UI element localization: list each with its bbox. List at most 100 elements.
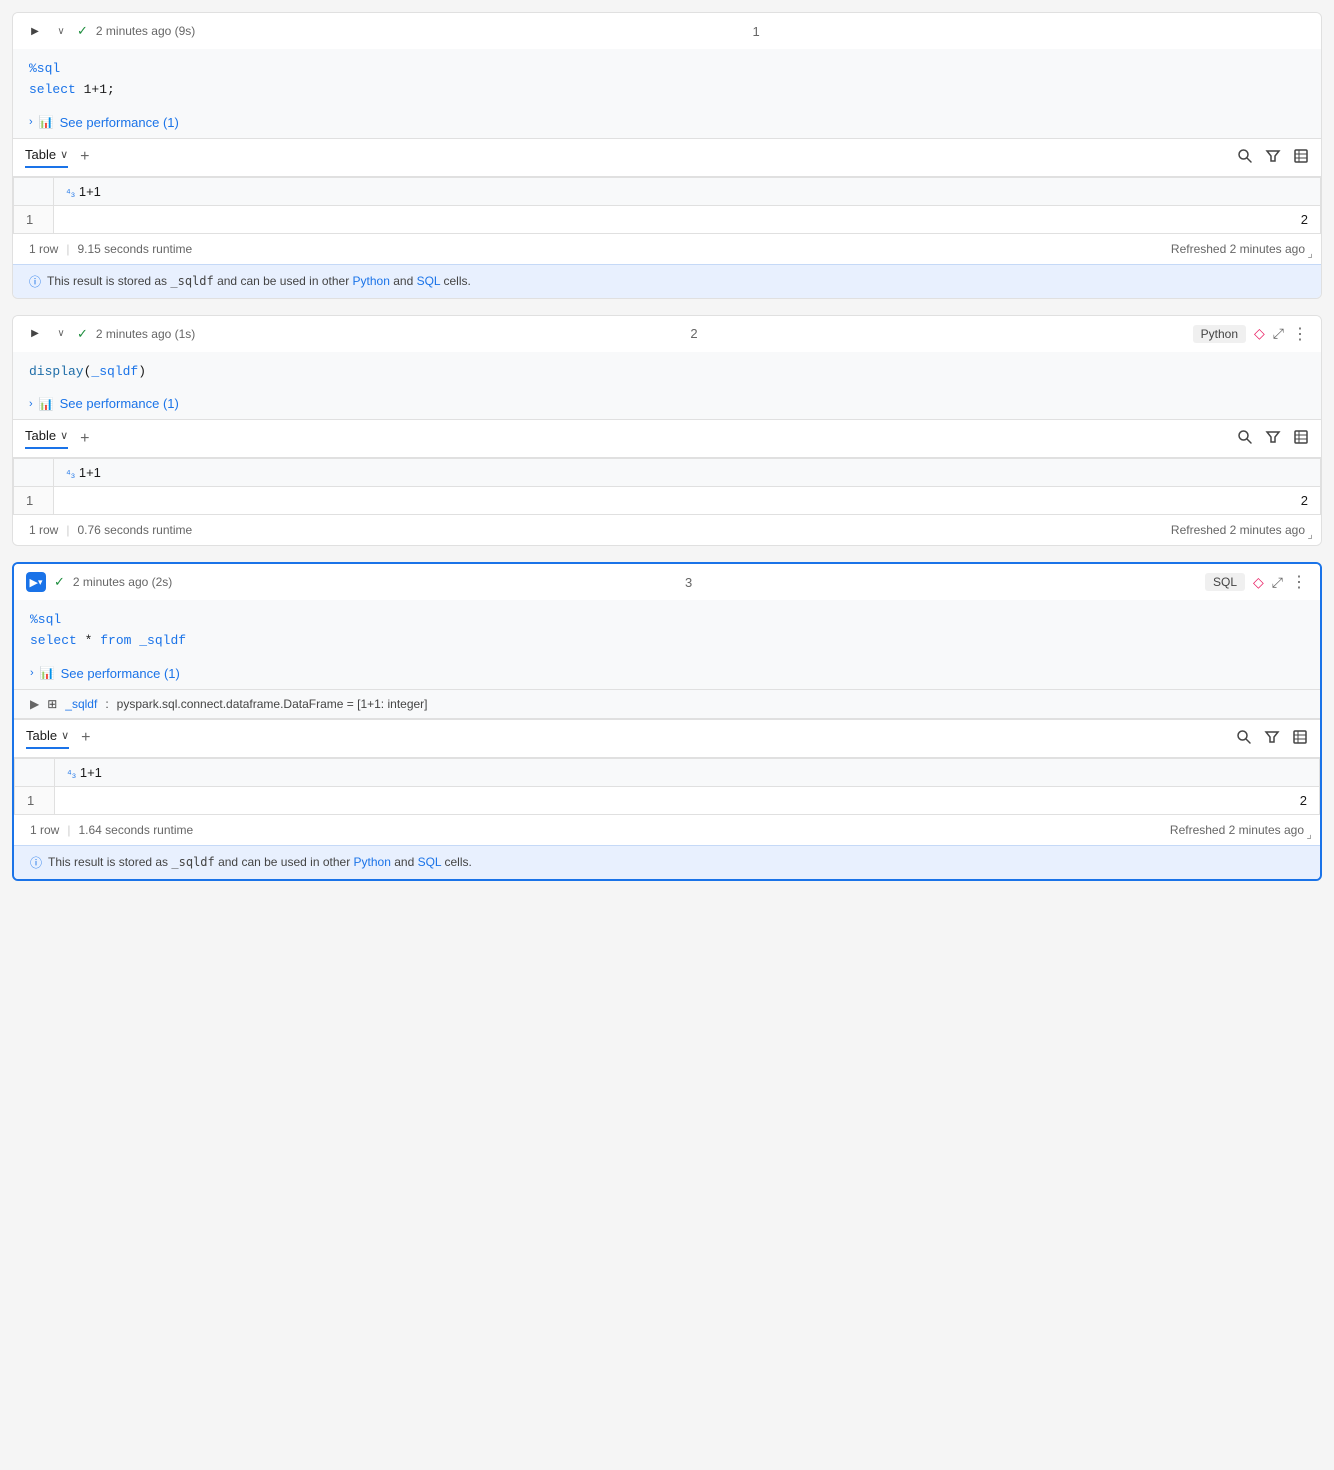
code-editor[interactable]: %sqlselect * from _sqldf bbox=[14, 600, 1320, 662]
column-header[interactable]: ⁴₃ 1+1 bbox=[54, 177, 1321, 205]
bar-chart-icon: 📊 bbox=[40, 666, 55, 680]
refreshed-time: Refreshed 2 minutes ago bbox=[1170, 823, 1304, 837]
play-button[interactable]: ▶ bbox=[25, 324, 45, 344]
ai-icon[interactable]: ◇ bbox=[1254, 325, 1265, 342]
expand-icon[interactable]: ⤢ bbox=[1273, 325, 1284, 342]
column-header[interactable]: ⁴₃ 1+1 bbox=[55, 758, 1320, 786]
data-table: ⁴₃ 1+112 bbox=[13, 177, 1321, 234]
python-link[interactable]: Python bbox=[353, 274, 390, 288]
cell-time: 2 minutes ago (1s) bbox=[96, 327, 195, 341]
see-performance-link[interactable]: › 📊 See performance (1) bbox=[13, 392, 1321, 419]
variable-bar: ▶ ⊞ _sqldf : pyspark.sql.connect.datafra… bbox=[14, 689, 1320, 719]
info-bar: ⓘThis result is stored as _sqldf and can… bbox=[14, 845, 1320, 879]
table-icon: ⊞ bbox=[47, 697, 57, 711]
table-row: 12 bbox=[14, 487, 1321, 515]
col-type-icon: ⁴₃ bbox=[66, 187, 75, 199]
code-text: 1+1; bbox=[84, 82, 115, 97]
filter-icon[interactable] bbox=[1264, 729, 1280, 748]
cell-language-badge: Python bbox=[1193, 325, 1246, 343]
table-container: ⁴₃ 1+112 bbox=[13, 458, 1321, 515]
refreshed-time: Refreshed 2 minutes ago bbox=[1171, 523, 1305, 537]
layout-icon[interactable] bbox=[1293, 148, 1309, 167]
row-number-header bbox=[14, 459, 54, 487]
table-tab[interactable]: Table ∨ bbox=[25, 147, 68, 168]
code-editor[interactable]: display(_sqldf) bbox=[13, 352, 1321, 393]
table-footer: 1 row | 0.76 seconds runtime Refreshed 2… bbox=[13, 515, 1321, 545]
cell-value: 2 bbox=[54, 205, 1321, 233]
play-icon: ▶ bbox=[31, 26, 39, 37]
expand-arrow: › bbox=[30, 667, 34, 679]
variable-colon: : bbox=[105, 697, 108, 711]
cell-time: 2 minutes ago (2s) bbox=[73, 575, 172, 589]
python-link[interactable]: Python bbox=[354, 855, 391, 869]
table-toolbar bbox=[1236, 729, 1308, 748]
table-tab-label: Table bbox=[25, 147, 56, 162]
variable-ref: _sqldf bbox=[170, 274, 213, 288]
separator: | bbox=[66, 242, 69, 256]
code-keyword: select bbox=[29, 82, 84, 97]
row-number: 1 bbox=[14, 205, 54, 233]
see-performance-label: See performance (1) bbox=[60, 115, 179, 130]
collapse-chevron[interactable]: ∨ bbox=[53, 326, 69, 342]
chevron-icon: ∨ bbox=[57, 328, 64, 339]
column-header[interactable]: ⁴₃ 1+1 bbox=[54, 459, 1321, 487]
cell-actions: ◇ ⤢ ⋮ bbox=[1254, 324, 1309, 344]
table-tab[interactable]: Table ∨ bbox=[26, 728, 69, 749]
row-number-header bbox=[15, 758, 55, 786]
filter-icon[interactable] bbox=[1265, 429, 1281, 448]
resize-handle[interactable]: ⌟ bbox=[1307, 246, 1313, 260]
bar-chart-icon: 📊 bbox=[39, 115, 54, 129]
row-number-header bbox=[14, 177, 54, 205]
see-performance-link[interactable]: › 📊 See performance (1) bbox=[13, 111, 1321, 138]
layout-icon[interactable] bbox=[1293, 429, 1309, 448]
search-icon[interactable] bbox=[1237, 429, 1253, 448]
search-icon[interactable] bbox=[1236, 729, 1252, 748]
ai-icon[interactable]: ◇ bbox=[1253, 574, 1264, 591]
code-param: _sqldf bbox=[139, 633, 186, 648]
table-toolbar bbox=[1237, 429, 1309, 448]
filter-icon[interactable] bbox=[1265, 148, 1281, 167]
resize-handle[interactable]: ⌟ bbox=[1307, 527, 1313, 541]
cell-language-badge: SQL bbox=[1205, 573, 1245, 591]
code-line: select * from _sqldf bbox=[30, 631, 1304, 652]
cell-value: 2 bbox=[55, 786, 1320, 814]
chevron-icon: ∨ bbox=[57, 26, 64, 37]
sql-link[interactable]: SQL bbox=[418, 855, 442, 869]
play-icon: ▶ bbox=[30, 576, 38, 589]
run-button[interactable]: ▶▾ bbox=[26, 572, 46, 592]
refreshed-time: Refreshed 2 minutes ago bbox=[1171, 242, 1305, 256]
col-type-icon: ⁴₃ bbox=[66, 468, 75, 480]
code-line: select 1+1; bbox=[29, 80, 1305, 101]
code-editor[interactable]: %sql select 1+1; bbox=[13, 49, 1321, 111]
status-check-icon: ✓ bbox=[54, 574, 65, 590]
code-keyword: from bbox=[92, 633, 139, 648]
table-row: 12 bbox=[14, 205, 1321, 233]
more-options-icon[interactable]: ⋮ bbox=[1292, 324, 1309, 344]
see-performance-label: See performance (1) bbox=[61, 666, 180, 681]
var-expand-icon[interactable]: ▶ bbox=[30, 697, 39, 711]
code-keyword: %sql bbox=[29, 61, 60, 76]
cell-1: ▶∨✓2 minutes ago (9s)1%sqlselect 1+1; › … bbox=[12, 12, 1322, 299]
add-visualization-button[interactable]: + bbox=[80, 430, 89, 448]
col-type-icon: ⁴₃ bbox=[67, 768, 76, 780]
table-tab[interactable]: Table ∨ bbox=[25, 428, 68, 449]
table-stats: 1 row | 1.64 seconds runtime bbox=[30, 823, 193, 837]
col-header-label: 1+1 bbox=[80, 765, 102, 780]
status-check-icon: ✓ bbox=[77, 23, 88, 39]
add-visualization-button[interactable]: + bbox=[80, 148, 89, 166]
data-table: ⁴₃ 1+112 bbox=[14, 758, 1320, 815]
expand-icon[interactable]: ⤢ bbox=[1272, 574, 1283, 591]
see-performance-link[interactable]: › 📊 See performance (1) bbox=[14, 662, 1320, 689]
cell-2: ▶∨✓2 minutes ago (1s)2Python◇⤢⋮display(_… bbox=[12, 315, 1322, 547]
search-icon[interactable] bbox=[1237, 148, 1253, 167]
resize-handle[interactable]: ⌟ bbox=[1306, 827, 1312, 841]
row-count: 1 row bbox=[29, 523, 58, 537]
more-options-icon[interactable]: ⋮ bbox=[1291, 572, 1308, 592]
sql-link[interactable]: SQL bbox=[417, 274, 441, 288]
row-count: 1 row bbox=[29, 242, 58, 256]
info-text: This result is stored as _sqldf and can … bbox=[48, 855, 472, 869]
collapse-chevron[interactable]: ∨ bbox=[53, 23, 69, 39]
add-visualization-button[interactable]: + bbox=[81, 729, 90, 747]
play-button[interactable]: ▶ bbox=[25, 21, 45, 41]
layout-icon[interactable] bbox=[1292, 729, 1308, 748]
